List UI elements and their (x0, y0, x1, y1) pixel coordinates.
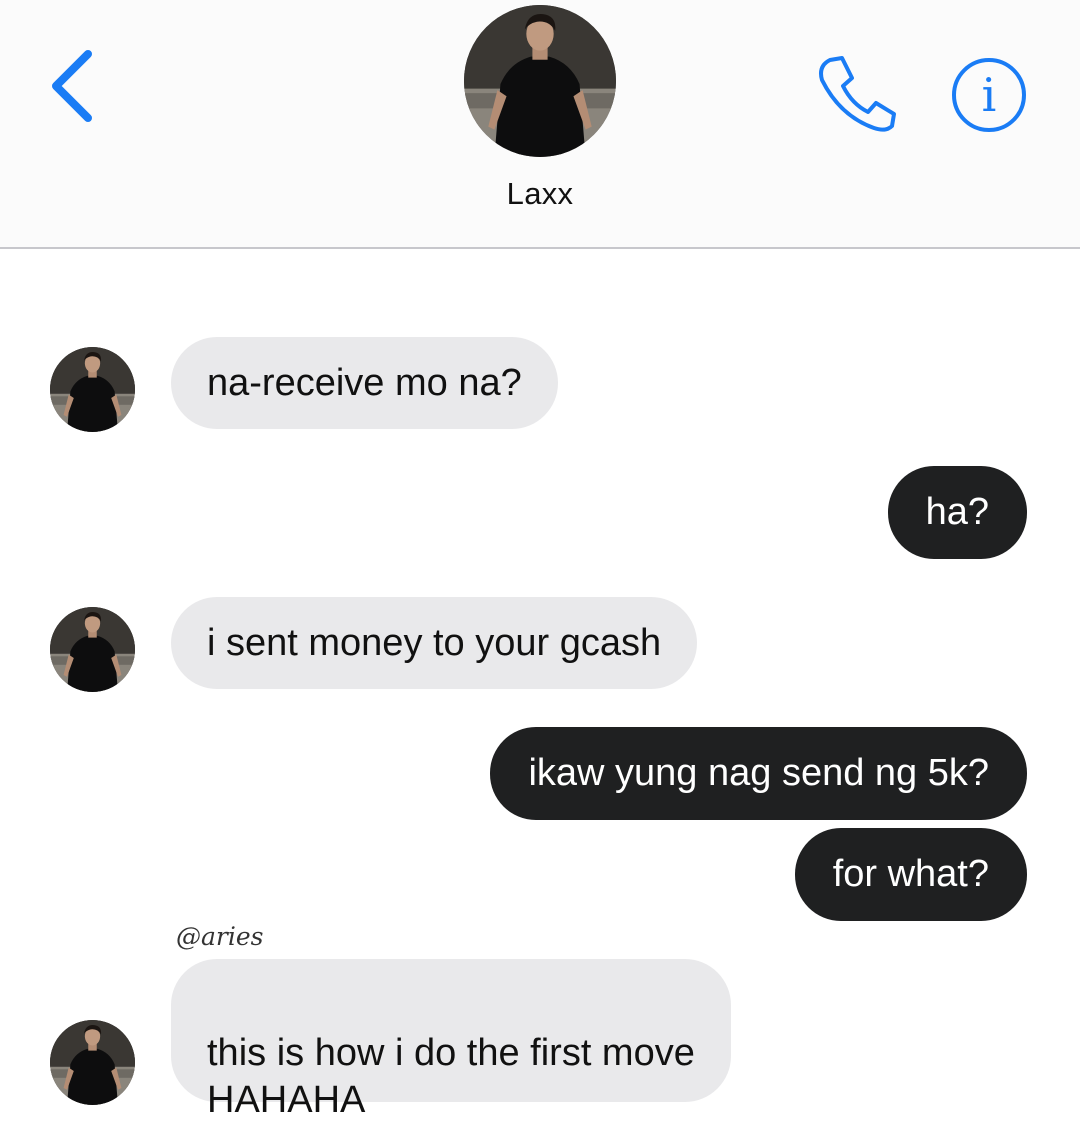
contact-name[interactable]: Laxx (390, 176, 690, 212)
avatar[interactable] (50, 607, 135, 692)
message-text: i sent money to your gcash (207, 622, 662, 664)
back-button[interactable] (44, 46, 104, 126)
message-text: this is how i do the first move HAHAHA (207, 1032, 695, 1121)
message-bubble-incoming[interactable]: this is how i do the first move HAHAHA (171, 959, 731, 1121)
avatar (464, 5, 616, 157)
message-bubble-outgoing[interactable]: ha? (887, 466, 1027, 559)
watermark: @aries (176, 922, 264, 951)
message-text: ha? (925, 491, 989, 533)
info-glyph: i (982, 68, 997, 122)
info-button[interactable]: i (950, 56, 1028, 134)
chevron-left-icon (52, 50, 92, 122)
info-icon: i (952, 58, 1026, 132)
avatar[interactable] (50, 347, 135, 432)
phone-icon (819, 56, 896, 132)
message-text: for what? (832, 853, 989, 895)
call-button[interactable] (812, 52, 898, 132)
message-text: ikaw yung nag send ng 5k? (528, 752, 989, 794)
message-bubble-incoming[interactable]: i sent money to your gcash (171, 597, 698, 689)
message-bubble-incoming[interactable]: na-receive mo na? (171, 337, 558, 429)
message-text: na-receive mo na? (207, 362, 522, 404)
message-bubble-outgoing[interactable]: ikaw yung nag send ng 5k? (490, 727, 1027, 820)
contact-avatar[interactable] (464, 5, 616, 157)
conversation-header: Laxx i (0, 0, 1080, 249)
message-bubble-outgoing[interactable]: for what? (794, 828, 1027, 921)
avatar[interactable] (50, 1020, 135, 1105)
